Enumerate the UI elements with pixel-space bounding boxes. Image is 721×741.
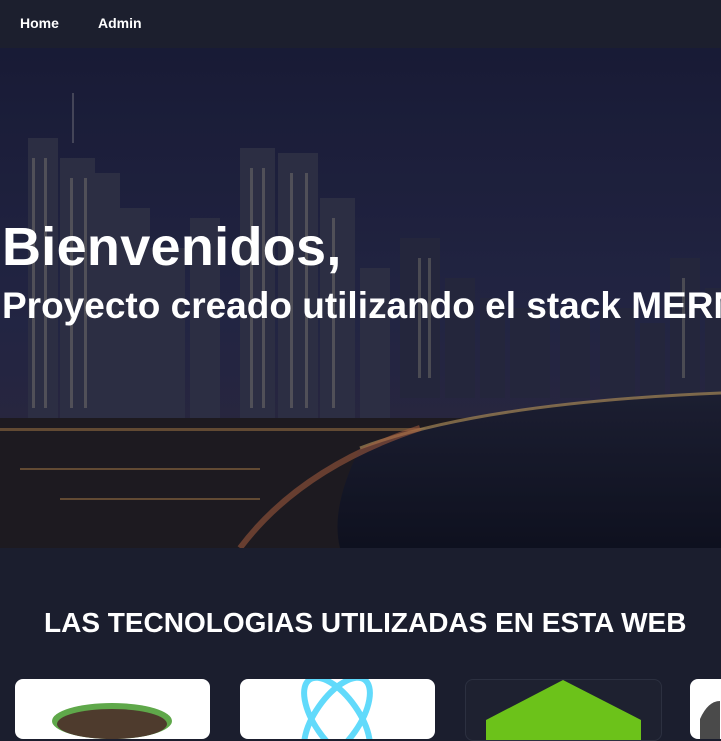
tech-card-express[interactable] (690, 679, 721, 739)
navbar: Home Admin (0, 0, 721, 48)
react-logo-icon (301, 679, 373, 739)
tech-card-node[interactable] (15, 679, 210, 739)
hero-banner: Bienvenidos, Proyecto creado utilizando … (0, 48, 721, 548)
mongodb-logo-icon (486, 680, 641, 740)
nav-admin-link[interactable]: Admin (98, 15, 142, 31)
tech-card-mongodb[interactable] (465, 679, 662, 741)
hero-title: Bienvenidos, (2, 217, 342, 277)
nav-home-link[interactable]: Home (20, 15, 59, 31)
tech-card-react[interactable] (240, 679, 435, 739)
hero-subtitle: Proyecto creado utilizando el stack MERN (2, 285, 721, 326)
express-logo-icon (700, 701, 720, 739)
technologies-heading: LAS TECNOLOGIAS UTILIZADAS EN ESTA WEB (44, 607, 687, 638)
node-logo-icon (52, 703, 172, 739)
